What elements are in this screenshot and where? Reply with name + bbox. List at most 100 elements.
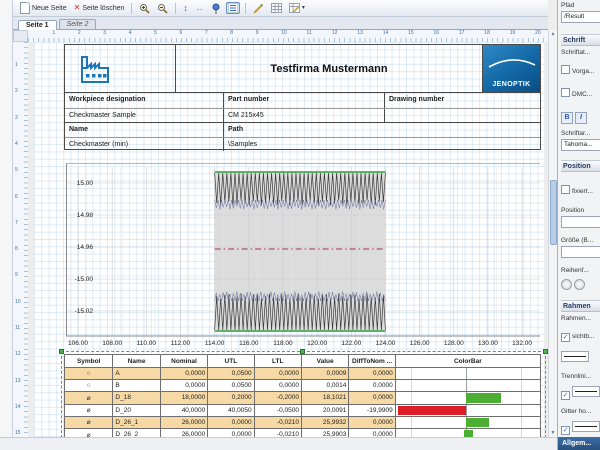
groesse-label: Größe (B... [561,237,600,244]
symbol-cell: ⌀ [65,404,113,416]
svg-text:132.00: 132.00 [512,340,532,347]
canvas-vertical-scrollbar[interactable]: ▲ ▼ [548,30,557,437]
vruler-number: 4 [15,141,18,147]
workpiece-info-table[interactable]: Workpiece designation Part number Drawin… [64,92,541,150]
nominal-cell: 26,0000 [160,416,207,428]
left-panel-splitter[interactable] [0,0,13,437]
hruler-number: 1 [53,30,56,36]
svg-text:126.00: 126.00 [410,340,430,347]
fit-height-button[interactable]: ↕ [181,3,190,14]
table-button[interactable] [269,2,284,14]
zoom-in-button[interactable] [137,2,152,15]
scrollbar-thumb[interactable] [550,180,557,245]
fit-width-button[interactable]: ↔ [193,3,206,14]
dmc-checkbox[interactable] [561,88,570,97]
value-cell: 0,0009 [301,368,348,380]
italic-button[interactable]: I [575,112,587,124]
pfad-label: Pfad [561,2,600,9]
col-value: Value [301,355,348,368]
ltl-cell: -0,2000 [254,392,301,404]
gitter-horizontal-label: Gitter ho... [561,408,600,415]
position-input[interactable] [561,216,600,228]
section-schrift[interactable]: Schrift [561,34,600,46]
allgemein-tab[interactable]: Allgem... [558,437,600,450]
fixiert-checkbox[interactable] [561,185,570,194]
results-row-A[interactable]: ○A0,00000,05000,00000,00090,0000 [65,368,541,380]
warn-limit-line [521,417,522,428]
section-rahmen[interactable]: Rahmen [561,300,600,312]
part-number-value: CM 215x45 [224,109,385,123]
nominal-cell: 40,0000 [160,404,207,416]
ruler-vertical[interactable]: 123456789101112131415 [13,42,29,437]
name-label: Name [65,123,224,137]
tab-seite-2[interactable]: Seite 2 [59,19,97,29]
toolbar-separator [131,3,132,14]
new-page-button[interactable]: Neue Seite [18,1,69,15]
svg-text:122.00: 122.00 [341,340,361,347]
name-cell: D_18 [113,392,160,404]
scroll-up-icon[interactable]: ▲ [549,31,557,37]
delete-page-label: Seite löschen [82,5,124,12]
table-edit-button[interactable]: ▾ [287,2,307,14]
gitter-horizontal-checkbox[interactable] [561,426,570,435]
warn-limit-line [521,368,522,379]
trennlinie-linestyle-select[interactable] [572,386,600,397]
schriftattribute-group-label: Schriftat... [561,49,600,56]
colorbar-cell [395,416,540,428]
results-row-D_20[interactable]: ⌀D_2040,000040,0050-0,050020,0091-19,990… [65,404,541,416]
pin-icon [211,3,221,14]
symbol-cell: ⌀ [65,416,113,428]
order-back-icon[interactable] [574,279,585,290]
rahmen-linestyle-select[interactable] [561,351,589,362]
symbol-cell: ⌀ [65,392,113,404]
vorgabe-checkbox[interactable] [561,65,570,74]
scroll-down-icon[interactable]: ▼ [549,430,557,436]
zoom-out-icon [157,3,168,14]
order-front-icon[interactable] [561,279,572,290]
vruler-number: 2 [15,88,18,94]
hruler-number: 14 [383,30,389,36]
results-row-D_26_1[interactable]: ⌀D_26_126,00000,0000-0,021025,99320,0000 [65,416,541,428]
vruler-number: 15 [15,430,21,436]
warn-limit-line [521,380,522,391]
edit-pencil-button[interactable] [251,2,266,15]
pfad-value[interactable]: /Result [561,11,600,23]
properties-sidebar: Pfad /Result Schrift Schriftat... Vorga.… [557,0,600,450]
col-nominal: Nominal [160,355,207,368]
zoom-out-button[interactable] [155,2,170,15]
svg-text:130.00: 130.00 [478,340,498,347]
schriftart-label: Schriftar... [561,130,600,137]
vruler-number: 8 [15,246,18,252]
name-cell: A [113,368,160,380]
svg-text:106.00: 106.00 [68,340,88,347]
delete-page-button[interactable]: ✕ Seite löschen [72,3,127,13]
bold-button[interactable]: B [561,112,573,124]
font-select[interactable]: Tahoma... [561,139,600,151]
list-view-button[interactable] [226,2,240,14]
pin-button[interactable] [209,2,223,15]
vruler-number: 14 [15,404,21,410]
hruler-number: 9 [256,30,259,36]
results-row-D_18[interactable]: ⌀D_1818,00000,2000-0,200018,10210,0000 [65,392,541,404]
symbol-cell: ○ [65,380,113,392]
zoom-in-icon [139,3,150,14]
profile-chart[interactable]: 15.0014.9814.96-15.00-15.02106.00108.001… [66,163,540,349]
svg-text:116.00: 116.00 [239,340,259,347]
warn-limit-line [411,380,412,391]
svg-text:-15.00: -15.00 [75,276,94,283]
gitter-horizontal-linestyle-select[interactable] [572,421,600,432]
groesse-input[interactable] [561,246,600,258]
tab-seite-1[interactable]: Seite 1 [18,20,57,30]
vruler-number: 3 [15,115,18,121]
vruler-number: 11 [15,325,20,331]
trennlinie-checkbox[interactable] [561,391,570,400]
utl-cell: 40,0050 [208,404,254,416]
vruler-number: 1 [15,62,18,68]
report-header-frame[interactable]: Testfirma Mustermann JENOPTIK [64,44,541,93]
results-table-frame[interactable]: Symbol Name Nominal UTL LTL Value DiffTo… [64,354,541,444]
rahmen-sichtbar-checkbox[interactable] [561,333,570,342]
utl-cell: 0,0500 [208,368,254,380]
results-row-B[interactable]: ○B0,00000,05000,00000,00140,0000 [65,380,541,392]
section-position[interactable]: Position [561,160,600,172]
svg-text:120.00: 120.00 [307,340,327,347]
